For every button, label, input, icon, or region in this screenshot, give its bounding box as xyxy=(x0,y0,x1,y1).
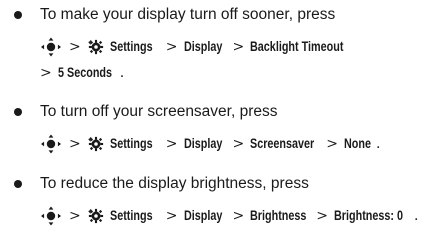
menu-value: 5 Seconds xyxy=(57,65,112,80)
separator: > xyxy=(232,208,245,224)
menu-path-continued: > 5 Seconds . xyxy=(40,63,124,83)
instruction-text: To turn off your screensaver, press xyxy=(40,103,278,120)
bullet-icon xyxy=(14,180,22,188)
nav-key-icon xyxy=(41,37,61,57)
menu-display: Display xyxy=(184,136,223,151)
menu-settings: Settings xyxy=(109,208,153,223)
nav-key-icon xyxy=(41,134,61,154)
instruction-text: To reduce the display brightness, press xyxy=(40,175,309,192)
separator: > xyxy=(232,39,245,55)
menu-display: Display xyxy=(184,39,223,54)
menu-value: Brightness: 0 xyxy=(333,208,403,223)
separator: > xyxy=(326,136,338,152)
menu-target: Screensaver xyxy=(250,136,315,151)
settings-gear-icon xyxy=(87,39,104,55)
bullet-icon xyxy=(14,108,22,116)
separator: > xyxy=(69,208,81,224)
menu-path: > Settings > Display > Backlight Timeout xyxy=(40,37,380,57)
separator: > xyxy=(40,65,52,81)
separator: > xyxy=(316,208,328,224)
separator: > xyxy=(69,136,81,152)
menu-path: > Settings > Display > Brightness > Brig… xyxy=(40,206,418,226)
separator: > xyxy=(165,208,178,224)
menu-settings: Settings xyxy=(109,136,153,151)
nav-key-icon xyxy=(41,206,61,226)
menu-target: Brightness xyxy=(250,208,307,223)
separator: > xyxy=(165,39,178,55)
separator: > xyxy=(232,136,245,152)
menu-value: None xyxy=(343,136,371,151)
settings-gear-icon xyxy=(87,136,104,152)
menu-target: Backlight Timeout xyxy=(250,39,344,54)
settings-gear-icon xyxy=(87,208,104,224)
path-end: . xyxy=(413,208,419,224)
path-end: . xyxy=(119,65,125,81)
path-end: . xyxy=(375,136,381,152)
separator: > xyxy=(69,39,81,55)
separator: > xyxy=(165,136,178,152)
menu-settings: Settings xyxy=(109,39,153,54)
instruction-text: To make your display turn off sooner, pr… xyxy=(40,6,336,23)
menu-display: Display xyxy=(184,208,223,223)
bullet-icon xyxy=(14,11,22,19)
menu-path: > Settings > Display > Screensaver > Non… xyxy=(40,134,380,154)
